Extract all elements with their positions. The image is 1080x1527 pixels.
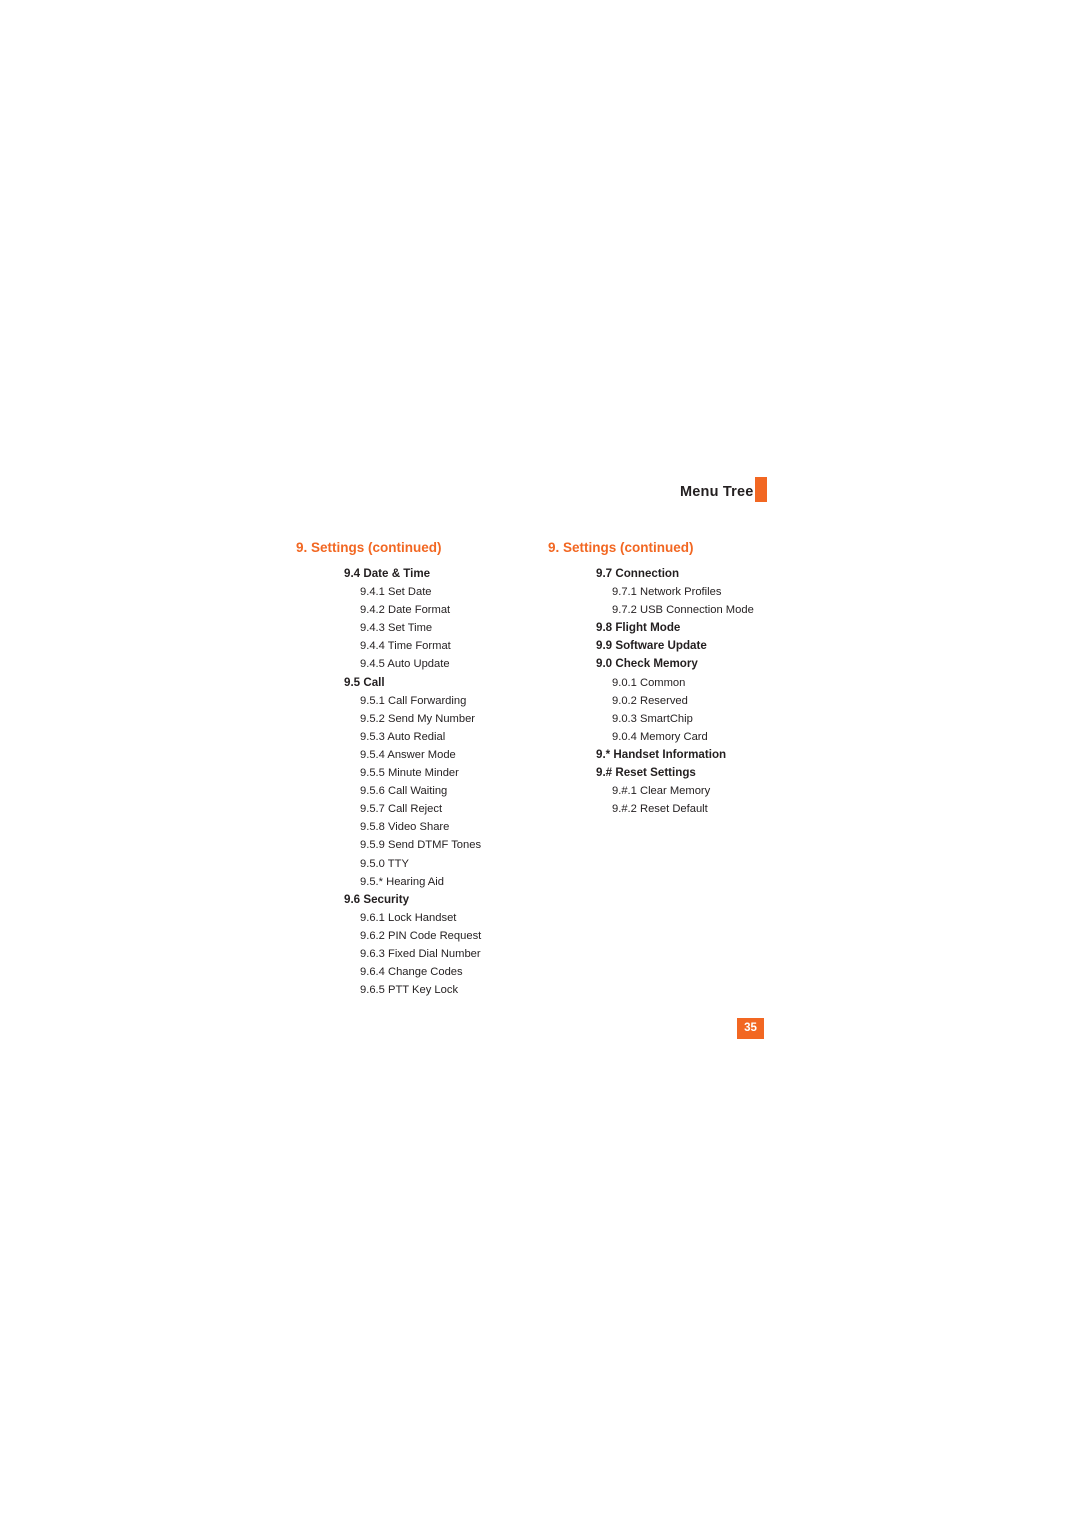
menu-item-level2: 9.5.4 Answer Mode [360, 748, 456, 761]
menu-item-level2: 9.#.1 Clear Memory [612, 785, 711, 798]
menu-item-level2: 9.0.3 SmartChip [612, 712, 693, 725]
menu-item-level2: 9.6.3 Fixed Dial Number [360, 947, 481, 960]
page-header: Menu Tree [680, 477, 980, 508]
menu-item-level1: 9.4 Date & Time [344, 567, 431, 580]
menu-item-level1: 9.# Reset Settings [596, 766, 696, 780]
menu-item-level1: 9.9 Software Update [596, 639, 707, 653]
menu-item-level1: 9.8 Flight Mode [596, 621, 681, 635]
menu-item-level2: 9.6.2 PIN Code Request [360, 929, 482, 942]
column-title: 9. Settings (continued) [548, 540, 694, 555]
menu-item-level2: 9.0.2 Reserved [612, 694, 688, 707]
menu-tree-list-right: 9.7 Connection 9.7.1 Network Profiles 9.7.… [548, 565, 808, 818]
column-title: 9. Settings (continued) [296, 540, 442, 555]
menu-item-level2: 9.5.9 Send DTMF Tones [360, 839, 482, 852]
menu-item-level2: 9.0.1 Common [612, 676, 686, 689]
menu-item-level2: 9.4.4 Time Format [360, 640, 451, 653]
menu-item-level2: 9.4.2 Date Format [360, 604, 451, 617]
menu-item-level1: 9.6 Security [344, 892, 410, 906]
menu-tree-column-right: 9. Settings (continued) 9.7 Connection 9.… [548, 540, 808, 818]
menu-item-level2: 9.5.2 Send My Number [360, 712, 476, 725]
menu-item-level2: 9.5.6 Call Waiting [360, 785, 448, 798]
menu-item-level2: 9.5.7 Call Reject [360, 803, 443, 816]
menu-item-level2: 9.5.1 Call Forwarding [360, 694, 467, 707]
menu-tree-list-left: 9.4 Date & Time 9.4.1 Set Date 9.4.2 Date … [296, 565, 546, 999]
menu-item-level1: 9.* Handset Information [596, 747, 727, 761]
menu-item-level2: 9.7.2 USB Connection Mode [612, 604, 754, 617]
menu-tree-column-left: 9. Settings (continued) 9.4 Date & Time 9… [296, 540, 546, 999]
menu-item-level2: 9.7.1 Network Profiles [612, 586, 722, 599]
menu-item-level1: 9.7 Connection [596, 567, 680, 580]
menu-item-level1: 9.0 Check Memory [596, 657, 698, 671]
menu-item-level2: 9.5.8 Video Share [360, 821, 450, 834]
menu-item-level2: 9.6.4 Change Codes [360, 966, 463, 979]
page-header-title: Menu Tree [680, 484, 754, 500]
menu-item-level2: 9.4.5 Auto Update [360, 658, 450, 671]
menu-item-level2: 9.6.5 PTT Key Lock [360, 984, 459, 997]
page-number-badge: 35 [737, 1018, 764, 1039]
menu-item-level2: 9.0.4 Memory Card [612, 730, 708, 743]
menu-item-level2: 9.5.5 Minute Minder [360, 767, 459, 780]
menu-item-level2: 9.5.3 Auto Redial [360, 730, 446, 743]
menu-item-level2: 9.5.* Hearing Aid [360, 875, 444, 888]
menu-item-level1: 9.5 Call [344, 675, 385, 689]
menu-item-level2: 9.5.0 TTY [360, 857, 409, 870]
menu-item-level2: 9.4.3 Set Time [360, 622, 433, 635]
menu-item-level2: 9.#.2 Reset Default [612, 803, 708, 816]
header-accent-bar-icon [755, 477, 767, 502]
manual-page: Menu Tree 9. Settings (continued) 9.4 Da… [0, 0, 1080, 1527]
menu-item-level2: 9.6.1 Lock Handset [360, 911, 457, 924]
menu-item-level2: 9.4.1 Set Date [360, 586, 432, 599]
